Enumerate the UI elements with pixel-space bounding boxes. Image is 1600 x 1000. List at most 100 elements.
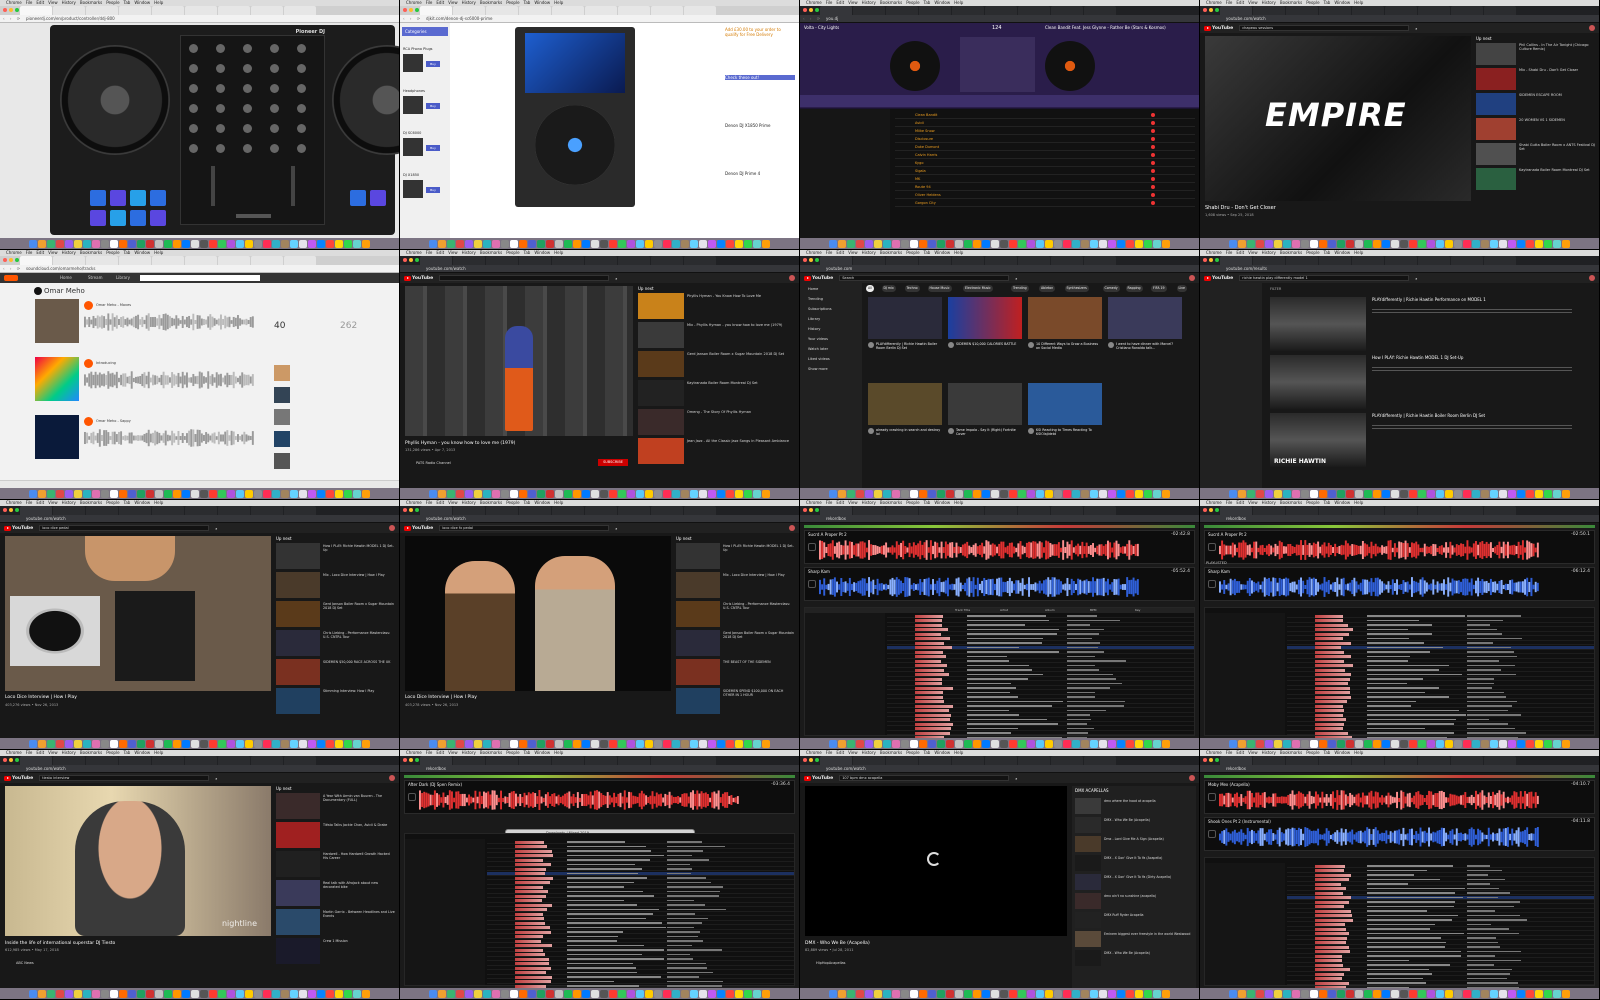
search-icon[interactable]: ⌕ <box>1015 276 1017 281</box>
browser-tab[interactable] <box>20 506 52 515</box>
dock-app-icon[interactable] <box>1382 989 1390 998</box>
menu-item[interactable]: People <box>106 500 119 505</box>
browser-tab[interactable] <box>152 6 184 15</box>
dock-app-icon[interactable] <box>200 739 208 748</box>
column-header[interactable]: Album <box>1045 608 1055 612</box>
dock-app-icon[interactable] <box>744 239 752 248</box>
dock-app-icon[interactable] <box>636 239 644 248</box>
promo-text[interactable]: Check these out! <box>725 75 795 80</box>
dock-app-icon[interactable] <box>492 489 500 498</box>
table-row[interactable] <box>1287 686 1594 690</box>
dock-app-icon[interactable] <box>856 739 864 748</box>
menu-item[interactable]: Edit <box>1236 0 1244 5</box>
dock-app-icon[interactable] <box>874 739 882 748</box>
sidebar-track[interactable] <box>274 431 290 447</box>
browser-tab[interactable] <box>185 756 217 765</box>
dock-app-icon[interactable] <box>236 739 244 748</box>
dock-app-icon[interactable] <box>137 989 145 998</box>
video-player[interactable] <box>405 286 633 436</box>
browser-tab[interactable] <box>1451 256 1483 265</box>
menu-item[interactable]: View <box>48 250 58 255</box>
browser-tab[interactable] <box>618 756 650 765</box>
jog-wheel[interactable] <box>332 45 399 155</box>
dock-app-icon[interactable] <box>735 739 743 748</box>
dock-app-icon[interactable] <box>1126 739 1134 748</box>
dock-app-icon[interactable] <box>762 989 770 998</box>
table-row[interactable] <box>887 713 1194 717</box>
dock-app-icon[interactable] <box>1099 989 1107 998</box>
menu-item[interactable]: File <box>26 750 33 755</box>
browser-tab[interactable] <box>1385 6 1417 15</box>
menu-item[interactable]: Bookmarks <box>480 750 502 755</box>
video-thumbnail[interactable] <box>1476 168 1516 190</box>
table-row[interactable] <box>887 628 1194 632</box>
video-title[interactable]: Dmx - Lord Give Me A Sign (Acapella) <box>1104 837 1194 841</box>
avatar[interactable] <box>789 525 795 531</box>
dock-app-icon[interactable] <box>1490 989 1498 998</box>
address-bar[interactable]: youtube.com <box>800 265 1199 273</box>
zoom-icon[interactable] <box>15 508 19 512</box>
turntable-platter[interactable] <box>1045 41 1095 91</box>
menu-item[interactable]: Chrome <box>806 750 822 755</box>
dock-app-icon[interactable] <box>672 489 680 498</box>
dock-app-icon[interactable] <box>618 239 626 248</box>
table-row[interactable] <box>487 881 794 885</box>
menu-item[interactable]: Chrome <box>1206 500 1222 505</box>
minimize-icon[interactable] <box>409 8 413 12</box>
menu-item[interactable]: Tab <box>124 500 131 505</box>
video-thumbnail[interactable] <box>276 601 320 627</box>
minimize-icon[interactable] <box>809 258 813 262</box>
dock-app-icon[interactable] <box>492 239 500 248</box>
dock-app-icon[interactable] <box>326 739 334 748</box>
zoom-icon[interactable] <box>1215 758 1219 762</box>
dock-app-icon[interactable] <box>344 739 352 748</box>
dock-app-icon[interactable] <box>564 989 572 998</box>
video-title[interactable]: DMX - Who We Be (Acapella) <box>1104 951 1194 955</box>
dock-app-icon[interactable] <box>74 739 82 748</box>
minimize-icon[interactable] <box>409 258 413 262</box>
dock-app-icon[interactable] <box>1499 489 1507 498</box>
browser-tab[interactable] <box>1051 6 1083 15</box>
sidebar-track[interactable] <box>274 409 290 425</box>
menu-item[interactable]: File <box>26 0 33 5</box>
browser-tab[interactable] <box>218 506 250 515</box>
add-icon[interactable] <box>1151 137 1155 141</box>
dock-app-icon[interactable] <box>838 739 846 748</box>
dock-app-icon[interactable] <box>762 489 770 498</box>
menu-item[interactable]: Tab <box>524 0 531 5</box>
search-input[interactable]: 107 bpm dmx acapella <box>839 775 1010 781</box>
dock-app-icon[interactable] <box>1562 489 1570 498</box>
table-row[interactable] <box>1287 923 1594 927</box>
dock-app-icon[interactable] <box>618 489 626 498</box>
dock-app-icon[interactable] <box>537 739 545 748</box>
browser-tab[interactable] <box>284 756 316 765</box>
dock-app-icon[interactable] <box>1319 739 1327 748</box>
table-row[interactable] <box>1287 731 1594 735</box>
up-next-item[interactable]: 20 WOMEN VS 1 SIDEMEN <box>1476 118 1596 140</box>
table-row[interactable] <box>887 727 1194 731</box>
table-row[interactable] <box>1287 891 1594 895</box>
dock-app-icon[interactable] <box>1319 989 1327 998</box>
dock-app-icon[interactable] <box>1045 989 1053 998</box>
address-bar[interactable]: youtube.com/results <box>1200 265 1599 273</box>
dock-app-icon[interactable] <box>964 239 972 248</box>
dock-app-icon[interactable] <box>708 239 716 248</box>
browser-tab[interactable] <box>684 256 716 265</box>
dock-app-icon[interactable] <box>474 489 482 498</box>
dock-app-icon[interactable] <box>1454 989 1462 998</box>
video-thumbnail[interactable] <box>638 293 684 319</box>
menu-item[interactable]: Edit <box>1236 750 1244 755</box>
browser-tab[interactable] <box>585 256 617 265</box>
dock-app-icon[interactable] <box>1391 239 1399 248</box>
dock-app-icon[interactable] <box>137 489 145 498</box>
product-thumb[interactable] <box>403 96 423 114</box>
dock-app-icon[interactable] <box>173 489 181 498</box>
menu-item[interactable]: Help <box>954 250 963 255</box>
dock-app-icon[interactable] <box>1135 239 1143 248</box>
deck-waveform[interactable] <box>819 540 1139 560</box>
browser-tab[interactable] <box>684 506 716 515</box>
dock-app-icon[interactable] <box>609 989 617 998</box>
menu-item[interactable]: Edit <box>436 500 444 505</box>
dock-app-icon[interactable] <box>1409 239 1417 248</box>
table-row[interactable] <box>1287 632 1594 636</box>
